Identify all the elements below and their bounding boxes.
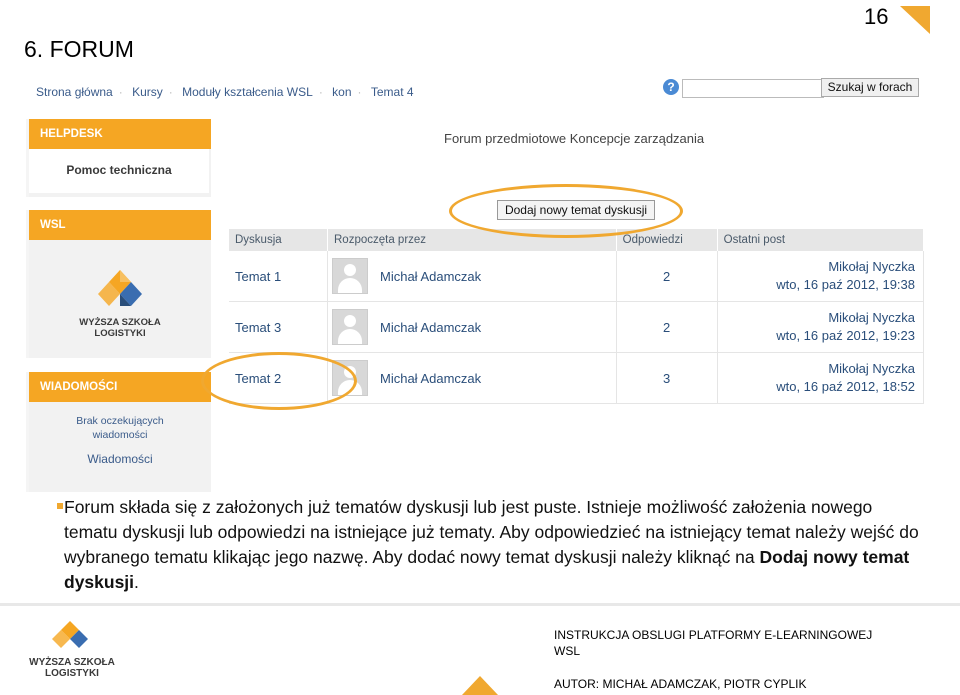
wsl-logo-text: WYŻSZA SZKOŁA LOGISTYKI (65, 317, 175, 339)
avatar-cell (327, 301, 374, 353)
author-link[interactable]: Michał Adamczak (374, 251, 617, 302)
page-number: 16 (864, 4, 889, 29)
instruction-end: . (134, 572, 139, 592)
highlight-ring-add-button (449, 184, 683, 238)
breadcrumb-separator: · (168, 85, 173, 99)
last-post-user[interactable]: Mikołaj Nyczka (724, 360, 915, 378)
breadcrumb-modules[interactable]: Moduły kształcenia WSL (182, 85, 313, 99)
reply-count[interactable]: 2 (616, 251, 718, 302)
last-post-cell: Mikołaj Nyczka wto, 16 paź 2012, 19:23 (717, 301, 925, 353)
column-discussion[interactable]: Dyskusja (229, 229, 328, 251)
wsl-logo-line1: WYŻSZA SZKOŁA (79, 317, 161, 328)
highlight-ring-topic (201, 352, 357, 410)
footer-logo-icon (52, 621, 88, 648)
footer-logo: WYŻSZA SZKOŁA LOGISTYKI (22, 620, 122, 680)
breadcrumb-separator: · (118, 85, 123, 99)
last-post-date[interactable]: wto, 16 paź 2012, 19:23 (724, 327, 915, 345)
breadcrumb-separator: · (357, 85, 362, 99)
last-post-date[interactable]: wto, 16 paź 2012, 19:38 (724, 276, 915, 294)
avatar[interactable] (332, 258, 368, 294)
messages-status-line2: wiadomości (92, 429, 148, 441)
messages-block: WIADOMOŚCI Brak oczekujących wiadomości … (26, 372, 211, 492)
messages-heading: WIADOMOŚCI (29, 372, 211, 402)
table-row: Temat 1 Michał Adamczak 2 Mikołaj Nyczka… (229, 251, 925, 302)
instruction-paragraph: Forum składa się z założonych już temató… (57, 495, 924, 595)
last-post-cell: Mikołaj Nyczka wto, 16 paź 2012, 18:52 (717, 352, 925, 404)
messages-status-line1: Brak oczekujących (76, 415, 164, 427)
breadcrumb-courses[interactable]: Kursy (132, 85, 163, 99)
reply-count[interactable]: 3 (616, 352, 718, 404)
footer-line2: WSL (554, 644, 581, 658)
wsl-logo: WYŻSZA SZKOŁA LOGISTYKI (65, 268, 175, 339)
wsl-logo-line2: LOGISTYKI (94, 328, 146, 339)
forum-search-input[interactable] (682, 79, 824, 98)
last-post-date[interactable]: wto, 16 paź 2012, 18:52 (724, 378, 915, 396)
helpdesk-heading: HELPDESK (29, 119, 211, 149)
last-post-user[interactable]: Mikołaj Nyczka (724, 309, 915, 327)
footer-authors: AUTOR: MICHAŁ ADAMCZAK, PIOTR CYPLIK (554, 677, 807, 691)
corner-triangle-decoration (900, 6, 930, 34)
bullet-icon (57, 503, 63, 509)
wsl-block: WSL WYŻSZA SZKOŁA LOGISTYKI (26, 210, 211, 358)
footer-logo-line1: WYŻSZA SZKOŁA (29, 657, 115, 668)
avatar[interactable] (332, 309, 368, 345)
topic-link[interactable]: Temat 3 (229, 301, 328, 353)
forum-title: Forum przedmiotowe Koncepcje zarządzania (444, 131, 705, 146)
helpdesk-block: HELPDESK Pomoc techniczna (26, 119, 211, 197)
search-forums-button[interactable]: Szukaj w forach (821, 78, 919, 97)
table-row: Temat 3 Michał Adamczak 2 Mikołaj Nyczka… (229, 301, 925, 353)
breadcrumb-home[interactable]: Strona główna (36, 85, 113, 99)
help-icon[interactable]: ? (663, 79, 679, 95)
breadcrumb: Strona główna · Kursy · Moduły kształcenia… (36, 85, 414, 99)
slide-title: 6. FORUM (24, 36, 134, 62)
breadcrumb-course[interactable]: kon (332, 85, 351, 99)
bottom-triangle-decoration (462, 676, 498, 695)
topic-link[interactable]: Temat 1 (229, 251, 328, 302)
messages-link[interactable]: Wiadomości (29, 442, 211, 466)
footer-logo-line2: LOGISTYKI (45, 668, 99, 679)
breadcrumb-separator: · (318, 85, 323, 99)
breadcrumb-current[interactable]: Temat 4 (371, 85, 414, 99)
reply-count[interactable]: 2 (616, 301, 718, 353)
footer-divider (0, 603, 960, 606)
column-last-post[interactable]: Ostatni post (717, 229, 925, 251)
author-link[interactable]: Michał Adamczak (374, 352, 617, 404)
footer-logo-text: WYŻSZA SZKOŁA LOGISTYKI (22, 657, 122, 679)
wsl-logo-icon (98, 270, 142, 306)
footer-line1: INSTRUKCJA OBSLUGI PLATFORMY E-LEARNINGO… (554, 628, 873, 642)
author-link[interactable]: Michał Adamczak (374, 301, 617, 353)
last-post-cell: Mikołaj Nyczka wto, 16 paź 2012, 19:38 (717, 251, 925, 302)
messages-status: Brak oczekujących wiadomości (29, 402, 211, 442)
wsl-heading: WSL (29, 210, 211, 240)
tech-support-link[interactable]: Pomoc techniczna (29, 149, 209, 193)
avatar-cell (327, 251, 374, 302)
last-post-user[interactable]: Mikołaj Nyczka (724, 258, 915, 276)
